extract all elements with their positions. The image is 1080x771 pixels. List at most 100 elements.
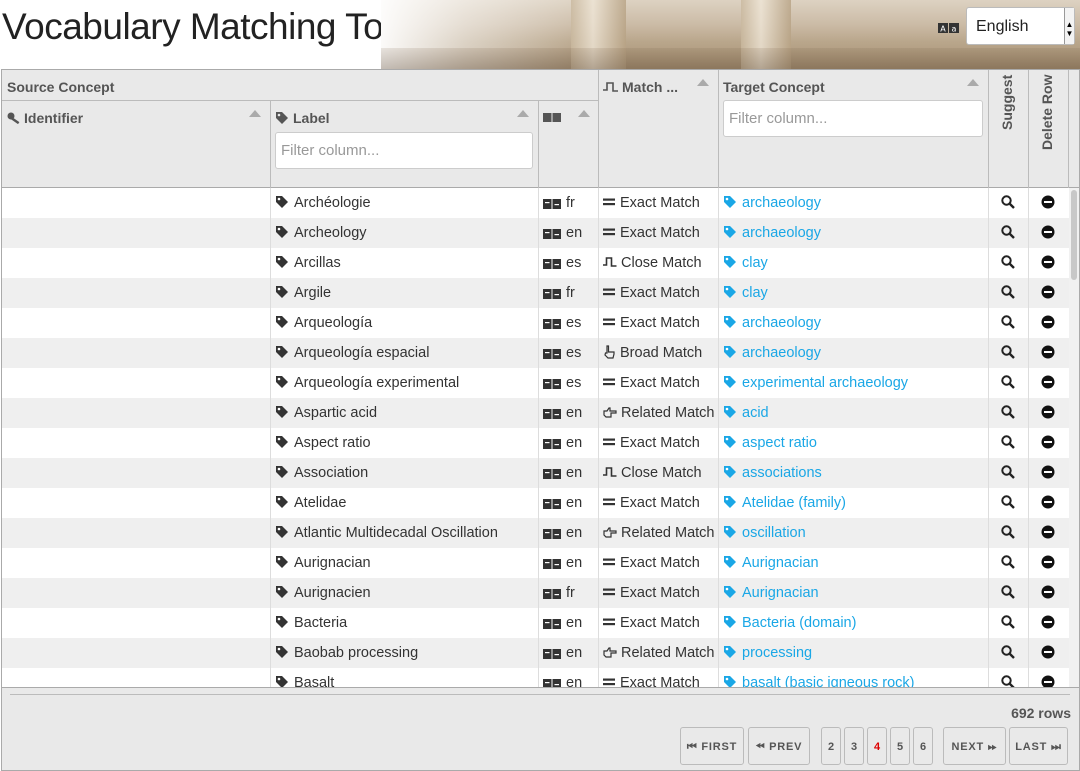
sort-arrow-icon[interactable]: [697, 79, 709, 86]
delete-row-button[interactable]: [1041, 308, 1061, 338]
target-cell[interactable]: Bacteria (domain): [723, 608, 987, 638]
label-cell[interactable]: Argile: [275, 278, 537, 308]
label-cell[interactable]: Aurignacian: [275, 548, 537, 578]
suggest-button[interactable]: [1001, 638, 1021, 668]
identifier-cell[interactable]: [2, 188, 270, 218]
table-row[interactable]: Archéologie fr Exact Match archaeology: [2, 188, 1069, 218]
language-cell[interactable]: en: [543, 218, 598, 248]
target-cell[interactable]: experimental archaeology: [723, 368, 987, 398]
suggest-button[interactable]: [1001, 608, 1021, 638]
table-row[interactable]: Arqueología es Exact Match archaeology: [2, 308, 1069, 338]
minus-circle-icon[interactable]: [1041, 225, 1055, 239]
target-concept-header[interactable]: Target Concept: [723, 79, 825, 95]
suggest-button[interactable]: [1001, 398, 1021, 428]
minus-circle-icon[interactable]: [1041, 585, 1055, 599]
table-row[interactable]: Atelidae en Exact Match Atelidae (family): [2, 488, 1069, 518]
minus-circle-icon[interactable]: [1041, 255, 1055, 269]
suggest-button[interactable]: [1001, 578, 1021, 608]
minus-circle-icon[interactable]: [1041, 675, 1055, 687]
page-button[interactable]: 5: [890, 727, 910, 765]
table-row[interactable]: Aurignacian en Exact Match Aurignacian: [2, 548, 1069, 578]
table-row[interactable]: Association en Close Match associations: [2, 458, 1069, 488]
language-cell[interactable]: fr: [543, 278, 598, 308]
search-icon[interactable]: [1001, 315, 1015, 329]
target-concept-link[interactable]: clay: [742, 285, 768, 301]
suggest-button[interactable]: [1001, 428, 1021, 458]
delete-row-button[interactable]: [1041, 488, 1061, 518]
search-icon[interactable]: [1001, 225, 1015, 239]
identifier-cell[interactable]: [2, 638, 270, 668]
language-cell[interactable]: en: [543, 428, 598, 458]
delete-row-button[interactable]: [1041, 398, 1061, 428]
page-button[interactable]: 6: [913, 727, 933, 765]
next-page-button[interactable]: NEXT ⏩︎: [943, 727, 1006, 765]
target-cell[interactable]: clay: [723, 278, 987, 308]
delete-row-button[interactable]: [1041, 248, 1061, 278]
match-cell[interactable]: Exact Match: [603, 218, 717, 248]
target-cell[interactable]: aspect ratio: [723, 428, 987, 458]
minus-circle-icon[interactable]: [1041, 495, 1055, 509]
match-header[interactable]: Match ...: [603, 79, 678, 95]
target-concept-link[interactable]: archaeology: [742, 195, 821, 211]
target-concept-link[interactable]: Aurignacian: [742, 555, 819, 571]
match-cell[interactable]: Exact Match: [603, 188, 717, 218]
target-concept-link[interactable]: Atelidae (family): [742, 495, 846, 511]
first-page-button[interactable]: ⏮︎ FIRST: [680, 727, 744, 765]
label-cell[interactable]: Atlantic Multidecadal Oscillation: [275, 518, 537, 548]
identifier-cell[interactable]: [2, 428, 270, 458]
language-cell[interactable]: en: [543, 488, 598, 518]
match-cell[interactable]: Close Match: [603, 248, 717, 278]
match-cell[interactable]: Exact Match: [603, 278, 717, 308]
minus-circle-icon[interactable]: [1041, 435, 1055, 449]
target-cell[interactable]: associations: [723, 458, 987, 488]
label-cell[interactable]: Arqueología: [275, 308, 537, 338]
language-select[interactable]: English ▲ ▼: [966, 7, 1075, 45]
table-row[interactable]: Aspartic acid en Related Match acid: [2, 398, 1069, 428]
suggest-button[interactable]: [1001, 368, 1021, 398]
language-cell[interactable]: fr: [543, 578, 598, 608]
label-header[interactable]: Label: [275, 110, 330, 126]
identifier-header[interactable]: Identifier: [7, 110, 83, 126]
target-cell[interactable]: Atelidae (family): [723, 488, 987, 518]
last-page-button[interactable]: LAST ⏭︎: [1009, 727, 1068, 765]
table-row[interactable]: Aspect ratio en Exact Match aspect ratio: [2, 428, 1069, 458]
match-cell[interactable]: Related Match: [603, 398, 717, 428]
search-icon[interactable]: [1001, 285, 1015, 299]
page-button[interactable]: 3: [844, 727, 864, 765]
minus-circle-icon[interactable]: [1041, 405, 1055, 419]
label-cell[interactable]: Bacteria: [275, 608, 537, 638]
table-row[interactable]: Aurignacien fr Exact Match Aurignacian: [2, 578, 1069, 608]
label-cell[interactable]: Arqueología espacial: [275, 338, 537, 368]
match-cell[interactable]: Exact Match: [603, 428, 717, 458]
label-cell[interactable]: Aspartic acid: [275, 398, 537, 428]
suggest-button[interactable]: [1001, 338, 1021, 368]
target-concept-link[interactable]: Aurignacian: [742, 585, 819, 601]
delete-row-button[interactable]: [1041, 368, 1061, 398]
target-cell[interactable]: archaeology: [723, 218, 987, 248]
target-cell[interactable]: Aurignacian: [723, 548, 987, 578]
minus-circle-icon[interactable]: [1041, 555, 1055, 569]
label-cell[interactable]: Arcillas: [275, 248, 537, 278]
identifier-cell[interactable]: [2, 218, 270, 248]
search-icon[interactable]: [1001, 345, 1015, 359]
target-concept-link[interactable]: acid: [742, 405, 769, 421]
sort-arrow-icon[interactable]: [967, 79, 979, 86]
search-icon[interactable]: [1001, 675, 1015, 687]
match-cell[interactable]: Exact Match: [603, 548, 717, 578]
suggest-button[interactable]: [1001, 548, 1021, 578]
target-cell[interactable]: acid: [723, 398, 987, 428]
delete-row-button[interactable]: [1041, 218, 1061, 248]
language-cell[interactable]: es: [543, 368, 598, 398]
delete-row-button[interactable]: [1041, 458, 1061, 488]
target-cell[interactable]: archaeology: [723, 188, 987, 218]
identifier-cell[interactable]: [2, 578, 270, 608]
target-concept-link[interactable]: archaeology: [742, 225, 821, 241]
minus-circle-icon[interactable]: [1041, 525, 1055, 539]
search-icon[interactable]: [1001, 195, 1015, 209]
language-cell[interactable]: es: [543, 248, 598, 278]
identifier-cell[interactable]: [2, 458, 270, 488]
delete-row-button[interactable]: [1041, 638, 1061, 668]
label-cell[interactable]: Basalt: [275, 668, 537, 687]
vertical-scrollbar[interactable]: [1069, 188, 1079, 687]
match-cell[interactable]: Close Match: [603, 458, 717, 488]
